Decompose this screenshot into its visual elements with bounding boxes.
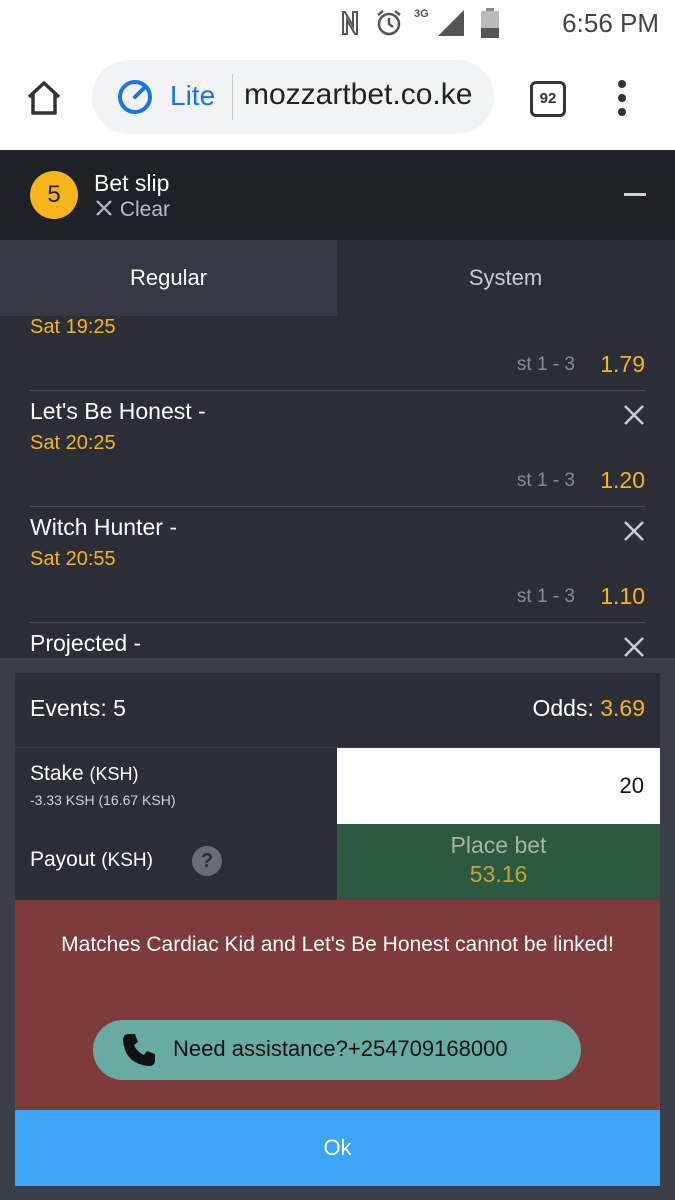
assistance-button[interactable]: Need assistance?+254709168000 [93, 1020, 581, 1080]
bet-slip-title: Bet slip [94, 170, 170, 196]
bet-slip-header[interactable]: 5 Bet slip Clear [0, 150, 675, 240]
menu-dots-icon[interactable] [612, 78, 632, 118]
phone-icon [123, 1034, 155, 1066]
ok-button[interactable]: Ok [15, 1110, 660, 1186]
list-item: Let's Be Honest - Sat 20:25 st 1 - 3 1.2… [30, 390, 645, 507]
lite-speed-icon [118, 80, 152, 114]
lite-mode-label: Lite [170, 80, 216, 111]
events-odds-row: Events: 5 Odds: 3.69 [15, 673, 660, 747]
tab-system[interactable]: System [337, 240, 674, 316]
error-dialog: Matches Cardiac Kid and Let's Be Honest … [15, 900, 660, 1110]
browser-toolbar: Lite mozzartbet.co.ke 92 [0, 48, 675, 150]
clear-button[interactable]: Clear [94, 198, 170, 222]
stake-label-box: Stake (KSH) -3.33 KSH (16.67 KSH) [15, 748, 337, 824]
event-time: Sat 20:55 [30, 548, 116, 570]
close-icon[interactable] [623, 636, 645, 658]
place-bet-label: Place bet [450, 832, 547, 858]
events-count: 5 [113, 695, 126, 721]
list-item: Sat 19:25 st 1 - 3 1.79 [30, 316, 645, 391]
clear-label: Clear [119, 198, 171, 221]
stake-label: Stake (KSH) [30, 762, 139, 785]
event-time: Sat 19:25 [30, 316, 116, 338]
event-time: Sat 20:25 [30, 432, 116, 454]
assistance-label: Need assistance?+254709168000 [173, 1036, 508, 1061]
close-icon [96, 200, 112, 216]
battery-icon [481, 8, 499, 38]
event-market: st 1 - 3 [516, 586, 575, 607]
signal-icon [438, 10, 464, 36]
payout-label-box: Payout (KSH) ? [15, 824, 337, 900]
alarm-icon [377, 10, 401, 36]
event-name: Witch Hunter - [30, 514, 177, 540]
address-bar[interactable]: Lite mozzartbet.co.ke [92, 60, 494, 134]
error-message: Matches Cardiac Kid and Let's Be Honest … [61, 933, 614, 956]
event-name: Let's Be Honest - [30, 398, 206, 424]
payout-label: Payout (KSH) [30, 848, 153, 871]
close-icon[interactable] [623, 520, 645, 542]
events-count-label: Events: 5 [30, 695, 126, 721]
event-odds: 1.20 [600, 467, 645, 493]
bet-count-badge: 5 [30, 171, 78, 219]
total-odds-label: Odds: 3.69 [532, 695, 645, 721]
tab-regular[interactable]: Regular [0, 240, 337, 316]
home-icon[interactable] [24, 78, 64, 118]
payout-amount: 53.16 [469, 861, 528, 887]
tabs-icon[interactable]: 92 [530, 81, 566, 117]
event-market: st 1 - 3 [516, 470, 575, 491]
stake-tax-info: -3.33 KSH (16.67 KSH) [30, 792, 176, 808]
event-odds: 1.79 [600, 351, 645, 377]
event-odds: 1.10 [600, 583, 645, 609]
place-bet-button[interactable]: Place bet 53.16 [337, 824, 660, 900]
bet-type-tabs: Regular System [0, 240, 675, 316]
nfc-icon [342, 11, 358, 35]
event-list[interactable]: Sat 19:25 st 1 - 3 1.79 Let's Be Honest … [0, 316, 675, 658]
clock: 6:56 PM [562, 8, 659, 38]
network-type: 3G [414, 8, 429, 20]
help-icon[interactable]: ? [192, 846, 222, 876]
url-divider [232, 74, 233, 120]
stake-input[interactable] [337, 748, 660, 824]
minus-icon[interactable] [624, 193, 646, 196]
list-item: Projected - [30, 622, 645, 658]
list-item: Witch Hunter - Sat 20:55 st 1 - 3 1.10 [30, 506, 645, 623]
url-text[interactable]: mozzartbet.co.ke [244, 78, 472, 112]
event-name: Projected - [30, 630, 142, 656]
total-odds-value: 3.69 [600, 695, 645, 721]
status-bar: 3G 6:56 PM [0, 0, 675, 48]
close-icon[interactable] [623, 404, 645, 426]
event-market: st 1 - 3 [516, 354, 575, 375]
